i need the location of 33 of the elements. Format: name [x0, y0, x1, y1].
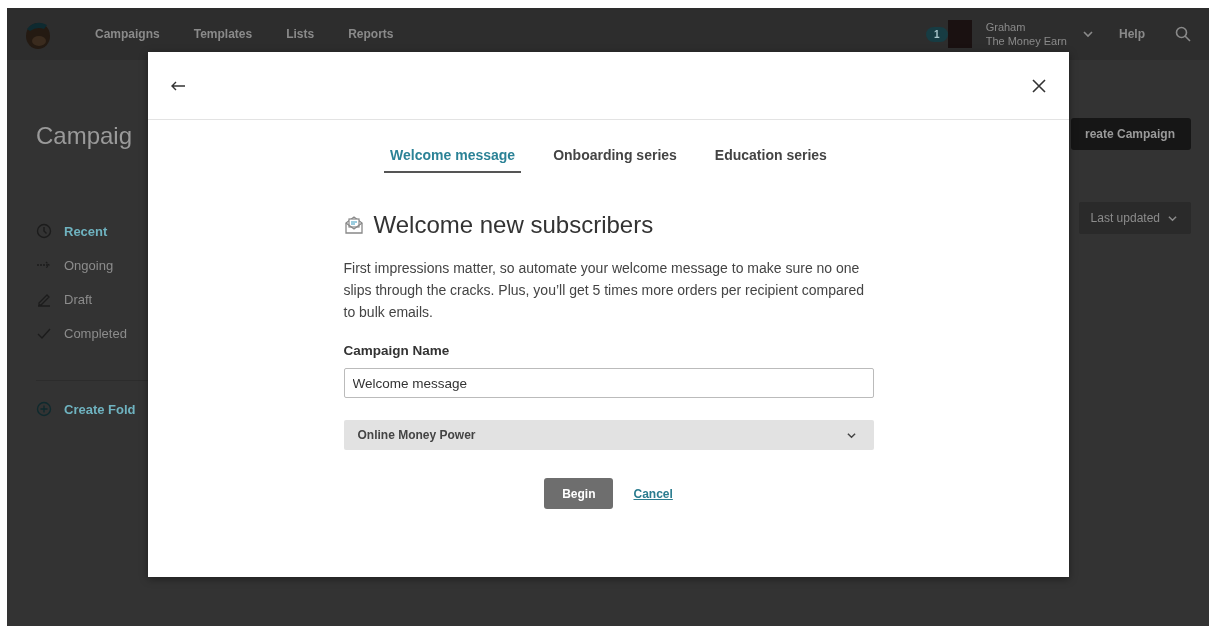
- tab[interactable]: Onboarding series: [547, 146, 683, 173]
- caret-icon[interactable]: [1083, 29, 1093, 39]
- sidebar-item[interactable]: Ongoing: [36, 248, 216, 282]
- list-select[interactable]: Online Money Power: [343, 420, 874, 450]
- cancel-link[interactable]: Cancel: [633, 486, 673, 501]
- chevron-down-icon: [1168, 213, 1177, 223]
- tab[interactable]: Welcome message: [384, 146, 522, 173]
- page-title: Campaig: [36, 122, 134, 150]
- envelope-icon: [343, 215, 364, 235]
- close-icon[interactable]: [1031, 77, 1047, 94]
- nav-link[interactable]: Templates: [193, 27, 253, 41]
- nav-link[interactable]: Campaigns: [95, 27, 160, 41]
- begin-button[interactable]: Begin: [544, 478, 614, 509]
- account-name: The Money Earn: [985, 34, 1067, 48]
- create-campaign-button[interactable]: reate Campaign: [1070, 118, 1191, 150]
- nav-link[interactable]: Lists: [286, 27, 315, 41]
- field-label: Campaign Name: [343, 343, 451, 358]
- chevron-down-icon: [846, 430, 856, 440]
- sidebar-item[interactable]: Draft: [36, 282, 216, 316]
- sort-dropdown[interactable]: Last updated: [1078, 202, 1191, 234]
- search-icon[interactable]: [1175, 26, 1191, 42]
- campaign-name-input[interactable]: Welcome message: [343, 368, 874, 398]
- sidebar-item[interactable]: Recent: [36, 214, 216, 248]
- tab[interactable]: Education series: [708, 146, 833, 173]
- description-text: First impressions matter, so automate your welcome message to make sure no one slips through the cracks. Plus, you’ll get 5 times more orders per recipient compared to bulk emails.: [343, 259, 866, 322]
- modal-heading: Welcome new subscribers: [373, 211, 654, 239]
- nav-link[interactable]: Reports: [348, 27, 394, 41]
- plus-circle-icon: [36, 401, 52, 417]
- user-name: Graham: [985, 20, 1027, 34]
- help-link[interactable]: Help: [1119, 27, 1145, 41]
- sidebar-item[interactable]: Completed: [36, 316, 216, 350]
- clock-icon: [36, 223, 52, 239]
- notification-badge[interactable]: 1: [926, 26, 948, 42]
